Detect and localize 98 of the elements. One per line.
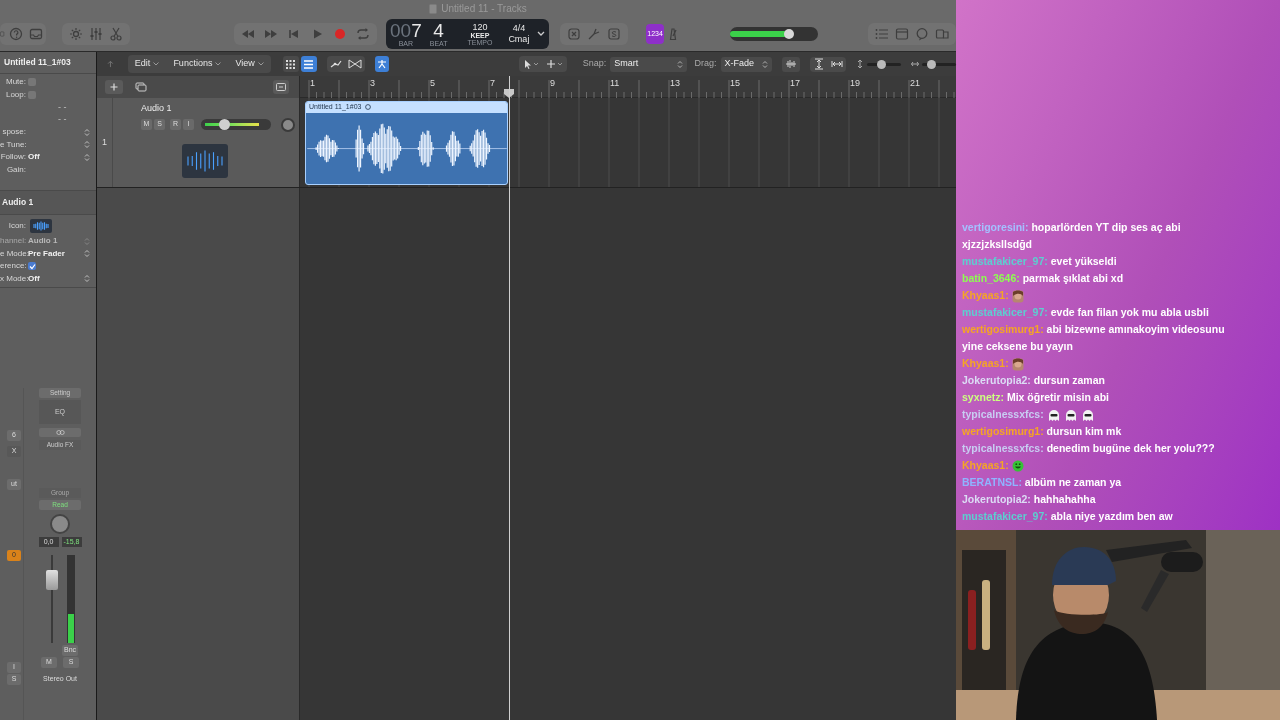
parameter-label: hannel: <box>0 235 26 248</box>
parameter-label: Icon: <box>7 220 26 232</box>
flex-icon[interactable] <box>347 59 362 69</box>
ghost-icon <box>1046 408 1061 422</box>
waveform-zoom-button[interactable] <box>782 56 800 72</box>
parameter-label: Follow: <box>0 151 26 164</box>
catch-icon <box>376 59 387 69</box>
track-title: Audio 1 <box>2 196 34 209</box>
waveform-icon <box>33 221 49 231</box>
ghost-icon <box>1063 408 1078 422</box>
field-label: Snap: <box>582 57 607 71</box>
parameter-label: Gain: <box>5 163 26 176</box>
plus-icon <box>110 83 118 91</box>
stepper-icon[interactable] <box>84 127 90 137</box>
automation-icon[interactable] <box>329 59 342 69</box>
parameter-value[interactable]: Off <box>28 272 40 285</box>
up-arrow-icon[interactable] <box>105 58 116 70</box>
parameter-label: spose: <box>1 126 26 139</box>
chat-username[interactable]: typicalnessxfcs: <box>962 408 1044 420</box>
stepper-icon[interactable] <box>84 274 90 284</box>
volume-fader[interactable] <box>45 555 59 643</box>
parameter-value[interactable]: Pre Fader <box>28 247 65 260</box>
stepper-icon[interactable] <box>84 152 90 162</box>
grid-view-button[interactable] <box>282 56 299 72</box>
pan-knob[interactable] <box>50 514 70 534</box>
list-view-button[interactable] <box>300 56 317 72</box>
parameter-label: e Tune: <box>0 138 26 151</box>
loop-circle-icon <box>365 104 372 111</box>
track-icon-button[interactable] <box>30 219 52 233</box>
chevron-icon <box>153 62 160 66</box>
grid-icon <box>285 58 297 70</box>
placeholder-dashes: - - <box>58 100 67 114</box>
horizontal-arrows-icon <box>911 59 919 69</box>
parameter-value[interactable]: Off <box>28 151 40 164</box>
chevron-icon <box>257 62 264 66</box>
dropdown[interactable]: X-Fade <box>720 56 772 72</box>
catch-button[interactable] <box>374 56 389 72</box>
stepper-icon <box>762 59 768 69</box>
dropdown[interactable]: Smart <box>610 56 687 72</box>
chat-message: mustafakicer_97: evde fan filan yok mu abla usbli <box>962 305 1210 320</box>
time-signature: 4/4 <box>512 22 526 34</box>
vertical-arrows-icon <box>856 59 864 69</box>
duplicate-track-icon[interactable] <box>135 82 147 92</box>
menu-button[interactable]: Functions <box>166 55 229 73</box>
chat-message: wertigosimurg1: dursun kim mk <box>962 424 1123 439</box>
stepper-icon <box>676 59 683 69</box>
bar-prefix: 00 <box>390 21 412 40</box>
tempo-value: 120 <box>472 22 488 32</box>
crosshair-tool-icon[interactable] <box>546 59 563 69</box>
bar-number: 7 <box>411 21 422 40</box>
chat-message: syxnetz: Mix öğretir misin abi <box>962 390 1111 405</box>
checkbox[interactable] <box>28 90 36 99</box>
pan-knob[interactable] <box>281 117 295 132</box>
add-track-button[interactable] <box>105 80 123 94</box>
stepper-icon[interactable] <box>84 140 90 150</box>
chevron-icon <box>215 62 222 66</box>
stepper-icon[interactable] <box>84 249 90 259</box>
link-icon <box>55 430 65 435</box>
list-icon <box>303 58 315 70</box>
link-button[interactable] <box>39 428 81 437</box>
waveform-icon <box>784 59 798 69</box>
chat-message: BERATNSL: albüm ne zaman ya <box>962 475 1123 490</box>
ghost-icon <box>1080 408 1095 422</box>
track-number: 1 <box>102 135 107 149</box>
menu-button[interactable]: Edit <box>127 55 167 73</box>
parameter-label: Loop: <box>4 88 26 101</box>
timeline-ruler[interactable]: 1 3 5 7 9 11 13 15 17 19 21 <box>300 76 956 98</box>
parameter-label: Mute: <box>5 76 26 89</box>
chat-message: batin_3646: parmak şıklat abi xd <box>962 271 1125 286</box>
field-label: Drag: <box>694 57 717 71</box>
region-title: Untitled 11_1#03 <box>4 56 71 69</box>
horizontal-fit-icon[interactable] <box>831 58 843 70</box>
smiley-icon <box>1011 460 1024 473</box>
vertical-fit-icon[interactable] <box>813 58 825 70</box>
emote-icon <box>1011 289 1024 303</box>
chat-message: mustafakicer_97: abla niye yazdım ben aw <box>962 509 1174 524</box>
emote-icon <box>1011 357 1024 371</box>
document-icon <box>429 3 438 14</box>
chat-message: Jokerutopia2: dursun zaman <box>962 373 1106 388</box>
track-name: Audio 1 <box>141 102 173 115</box>
placeholder-dashes: - - <box>58 113 67 126</box>
parameter-label: erence: <box>0 260 26 273</box>
chat-message: typicalnessxfcs: denedim bugüne dek her yolu??? <box>962 441 1216 456</box>
volume-slider[interactable] <box>201 119 271 130</box>
checkbox[interactable] <box>28 262 36 271</box>
menu-button[interactable]: View <box>228 55 271 73</box>
pointer-tool-icon[interactable] <box>522 59 539 69</box>
chevron-icon <box>537 31 546 37</box>
chat-message: wertigosimurg1: abi bizewne amınakoyim videosunu yine ceksene bu yayın <box>962 322 1226 354</box>
checkbox[interactable] <box>28 78 36 87</box>
chat-message: Jokerutopia2: hahhahahha <box>962 492 1097 507</box>
master-volume-slider[interactable] <box>730 27 818 41</box>
waveform-icon <box>187 149 223 172</box>
key-signature: Cmaj <box>508 34 530 46</box>
tray-icon <box>276 83 286 91</box>
global-tracks-button[interactable] <box>273 80 289 94</box>
chat-message: mustafakicer_97: evet yükseldi <box>962 254 1118 269</box>
beat-number: 4 <box>433 21 444 40</box>
